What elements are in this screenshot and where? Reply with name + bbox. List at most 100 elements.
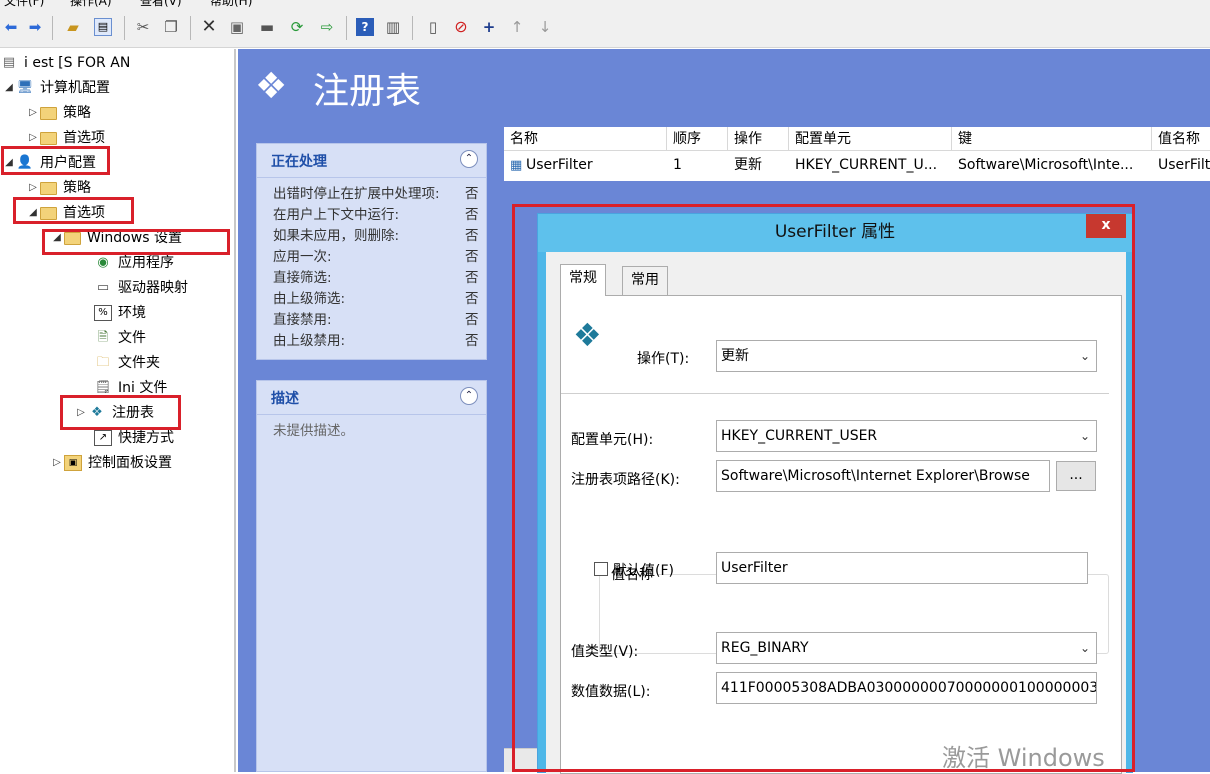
processing-panel: 正在处理 ⌃ 出错时停止在扩展中处理项: 否 在用户上下文中运行: 否 如果未应… — [256, 143, 487, 360]
column-header-key[interactable]: 键 — [952, 127, 1152, 151]
tree-label: 应用程序 — [118, 255, 174, 271]
environment-icon: % — [94, 305, 112, 321]
processing-value: 否 — [465, 186, 479, 202]
activation-watermark: 激活 Windows — [942, 744, 1105, 772]
tree-item-drive-maps[interactable]: ▭ 驱动器映射 — [94, 277, 188, 299]
folder-icon — [40, 131, 57, 145]
control-panel-icon: ▣ — [64, 455, 82, 471]
row-hive: HKEY_CURRENT_U... — [795, 157, 938, 173]
tree-label: 快捷方式 — [118, 430, 174, 446]
menu-bar: 文件(F) 操作(A) 查看(V) 帮助(H) — [0, 0, 1210, 8]
collapse-chevron-icon[interactable]: ⌃ — [460, 150, 478, 168]
stop-icon[interactable]: ⊘ — [452, 18, 470, 36]
registry-icon: ❖ — [255, 66, 288, 107]
tree-item-environment[interactable]: % 环境 — [94, 302, 146, 324]
highlight-box — [13, 197, 134, 224]
export-icon[interactable]: ⇨ — [318, 18, 336, 36]
row-name: UserFilter — [526, 157, 593, 173]
tree-root[interactable]: ▤ i est [S FOR AN — [0, 52, 130, 74]
tree-control-panel[interactable]: ▷ ▣ 控制面板设置 — [50, 452, 172, 474]
expand-arrow-icon[interactable]: ▷ — [26, 102, 40, 124]
processing-value: 否 — [465, 291, 479, 307]
drive-map-icon: ▭ — [96, 280, 110, 295]
tree-label: 文件 — [118, 330, 146, 346]
row-value-name: UserFilt — [1158, 157, 1210, 173]
add-icon[interactable]: + — [480, 18, 498, 36]
row-action: 更新 — [734, 157, 762, 173]
folder-icon — [40, 106, 57, 120]
tree-cc-policy[interactable]: ▷ 策略 — [26, 102, 91, 124]
tree-label: 策略 — [63, 105, 91, 121]
column-header-order[interactable]: 顺序 — [667, 127, 728, 151]
collapse-arrow-icon[interactable]: ◢ — [2, 77, 16, 99]
tree-label: 计算机配置 — [40, 80, 110, 96]
tree-item-files[interactable]: 🗎 文件 — [94, 327, 146, 349]
processing-label: 在用户上下文中运行: — [273, 207, 400, 223]
row-name-cell: ▦ UserFilter — [506, 153, 666, 177]
menu-file[interactable]: 文件(F) — [4, 0, 44, 8]
folder-icon: 🗀 — [96, 355, 110, 370]
gpo-icon: ▤ — [2, 55, 16, 70]
column-header-hive[interactable]: 配置单元 — [789, 127, 952, 151]
description-text: 未提供描述。 — [273, 423, 354, 439]
cut-icon[interactable]: ✂ — [134, 18, 152, 36]
row-order: 1 — [673, 157, 682, 173]
tree-label: 环境 — [118, 305, 146, 321]
folder-up-icon[interactable]: ▰ — [64, 18, 82, 36]
menu-help[interactable]: 帮助(H) — [210, 0, 252, 8]
expand-arrow-icon[interactable]: ▷ — [26, 177, 40, 199]
tab-general[interactable]: 常规 — [560, 264, 606, 296]
highlight-box — [60, 395, 181, 430]
delete-icon[interactable]: ✕ — [200, 18, 218, 36]
tree-uc-policy[interactable]: ▷ 策略 — [26, 177, 91, 199]
row-key: Software\Microsoft\Inte... — [958, 157, 1134, 173]
processing-value: 否 — [465, 312, 479, 328]
processing-label: 直接禁用: — [273, 312, 332, 328]
move-up-icon[interactable]: ↑ — [508, 18, 526, 36]
back-arrow-icon[interactable]: ⬅ — [2, 18, 20, 36]
column-header-name[interactable]: 名称 — [504, 127, 667, 151]
column-header-action[interactable]: 操作 — [728, 127, 789, 151]
show-hide-tree-icon[interactable]: ▤ — [94, 18, 112, 36]
properties-icon[interactable]: ▣ — [228, 18, 246, 36]
description-panel-title: 描述 — [257, 381, 486, 415]
highlight-box — [1, 146, 110, 175]
shortcut-icon: ↗ — [94, 430, 112, 446]
column-header-value-name[interactable]: 值名称 — [1152, 127, 1210, 151]
processing-label: 如果未应用，则删除: — [273, 228, 400, 244]
processing-label: 由上级筛选: — [273, 291, 346, 307]
refresh-icon[interactable]: ⟳ — [288, 18, 306, 36]
show-hide-action-pane-icon[interactable]: ▥ — [384, 18, 402, 36]
tree-computer-config[interactable]: ◢ 🖥 计算机配置 — [2, 77, 110, 99]
description-panel: 描述 ⌃ 未提供描述。 — [256, 380, 487, 772]
processing-label: 出错时停止在扩展中处理项: — [273, 186, 440, 202]
copy-icon[interactable]: ❐ — [162, 18, 180, 36]
tree-label: 控制面板设置 — [88, 455, 172, 471]
help-icon[interactable]: ? — [356, 18, 374, 36]
navigation-tree: ▤ i est [S FOR AN ◢ 🖥 计算机配置 ▷ 策略 ▷ 首选项 ◢… — [0, 49, 236, 772]
print-icon[interactable]: ▬ — [258, 18, 276, 36]
expand-arrow-icon[interactable]: ▷ — [50, 452, 64, 474]
toolbar: ⬅ ➡ ▰ ▤ ✂ ❐ ✕ ▣ ▬ ⟳ ⇨ ? ▥ ▯ ⊘ + ↑ ↓ — [0, 8, 1210, 48]
collapse-chevron-icon[interactable]: ⌃ — [460, 387, 478, 405]
tree-root-label: i est [S FOR AN — [24, 55, 131, 71]
tree-item-applications[interactable]: ◉ 应用程序 — [94, 252, 174, 274]
processing-value: 否 — [465, 270, 479, 286]
processing-value: 否 — [465, 333, 479, 349]
tree-item-folders[interactable]: 🗀 文件夹 — [94, 352, 160, 374]
page-title: ❖ 注册表 — [255, 62, 421, 114]
tree-item-shortcuts[interactable]: ↗ 快捷方式 — [94, 427, 174, 449]
new-document-icon[interactable]: ▯ — [424, 18, 442, 36]
menu-action[interactable]: 操作(A) — [70, 0, 112, 8]
move-down-icon[interactable]: ↓ — [536, 18, 554, 36]
ini-file-icon: 🗒 — [94, 380, 112, 395]
folder-icon — [40, 181, 57, 195]
tree-label: 驱动器映射 — [118, 280, 188, 296]
tree-label: 文件夹 — [118, 355, 160, 371]
menu-view[interactable]: 查看(V) — [140, 0, 182, 8]
forward-arrow-icon[interactable]: ➡ — [26, 18, 44, 36]
applications-icon: ◉ — [97, 255, 109, 270]
page-title-text: 注册表 — [313, 71, 422, 112]
file-icon: 🗎 — [97, 330, 109, 345]
registry-list: 名称 顺序 操作 配置单元 键 值名称 ▦ UserFilter 1 更新 HKE… — [504, 127, 1210, 181]
